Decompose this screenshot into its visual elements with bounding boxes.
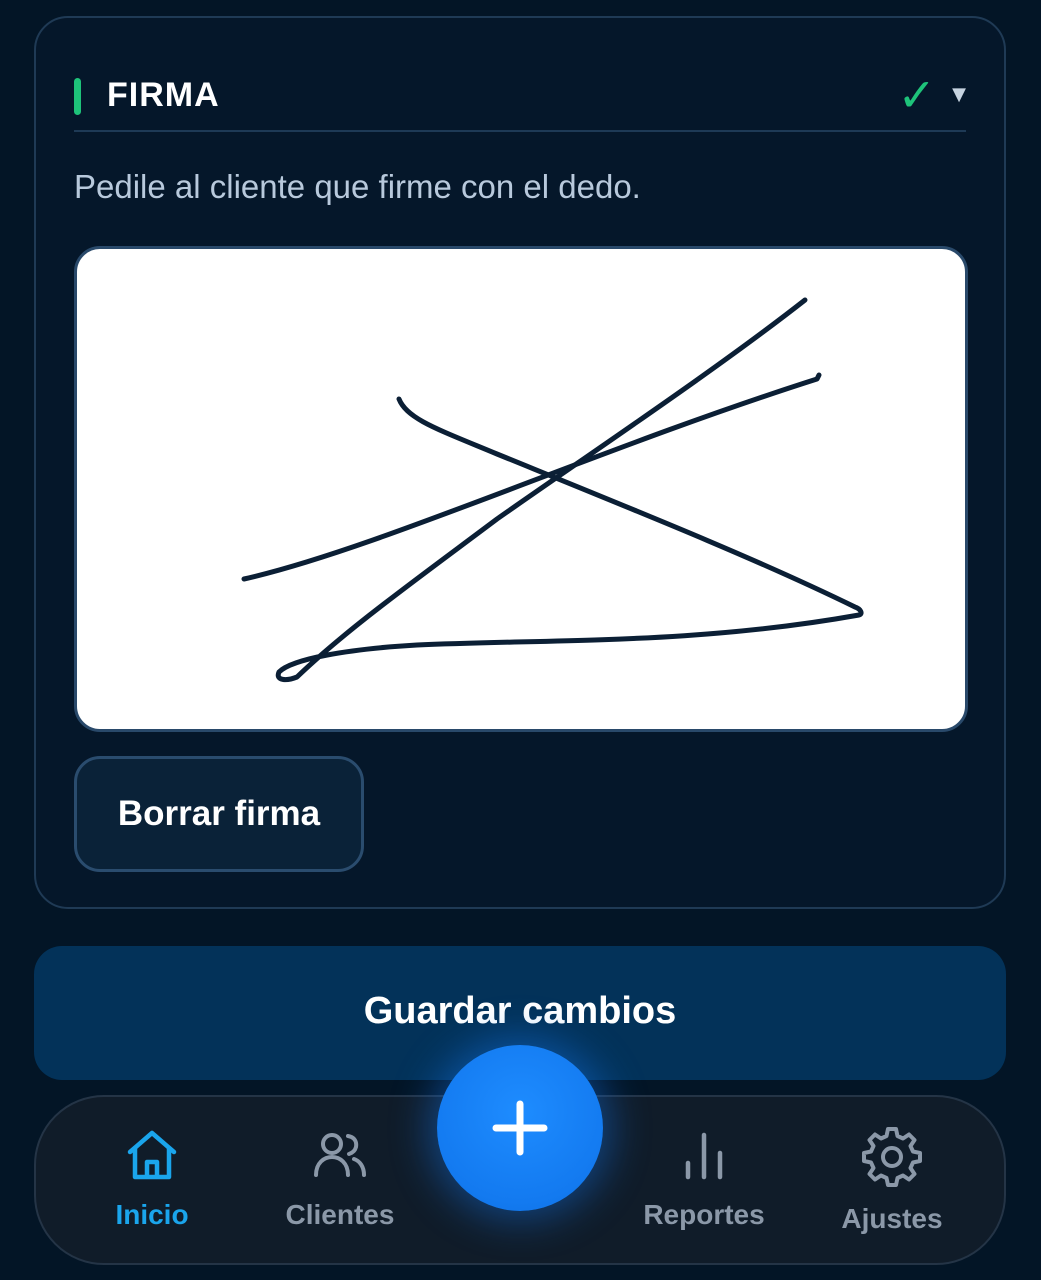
signature-card: FIRMA ✓ ▼ Pedile al cliente que firme co… — [34, 16, 1006, 909]
clear-signature-button[interactable]: Borrar firma — [74, 756, 364, 872]
accent-bar — [74, 78, 81, 115]
nav-label-reportes: Reportes — [643, 1199, 765, 1230]
card-title: FIRMA — [107, 76, 220, 114]
plus-icon — [492, 1100, 548, 1156]
nav-item-reportes[interactable]: Reportes — [624, 1125, 784, 1245]
signature-pad[interactable] — [74, 246, 968, 732]
nav-label-ajustes: Ajustes — [841, 1203, 943, 1234]
nav-item-ajustes[interactable]: Ajustes — [812, 1125, 972, 1245]
signature-instruction: Pedile al cliente que firme con el dedo. — [74, 168, 641, 205]
home-icon — [127, 1130, 177, 1180]
nav-item-clientes[interactable]: Clientes — [260, 1125, 420, 1245]
gear-icon — [862, 1127, 922, 1187]
card-header[interactable]: FIRMA ✓ ▼ — [74, 54, 966, 132]
users-icon — [314, 1133, 366, 1177]
nav-label-clientes: Clientes — [285, 1199, 395, 1230]
bar-chart-icon — [685, 1132, 723, 1180]
chevron-down-icon[interactable]: ▼ — [952, 84, 966, 105]
app-screen: FIRMA ✓ ▼ Pedile al cliente que firme co… — [0, 0, 1041, 1280]
nav-label-inicio: Inicio — [115, 1199, 189, 1230]
check-icon: ✓ — [897, 68, 936, 122]
nav-item-inicio[interactable]: Inicio — [72, 1125, 232, 1245]
add-button[interactable] — [437, 1045, 603, 1211]
signature-stroke — [241, 297, 864, 683]
